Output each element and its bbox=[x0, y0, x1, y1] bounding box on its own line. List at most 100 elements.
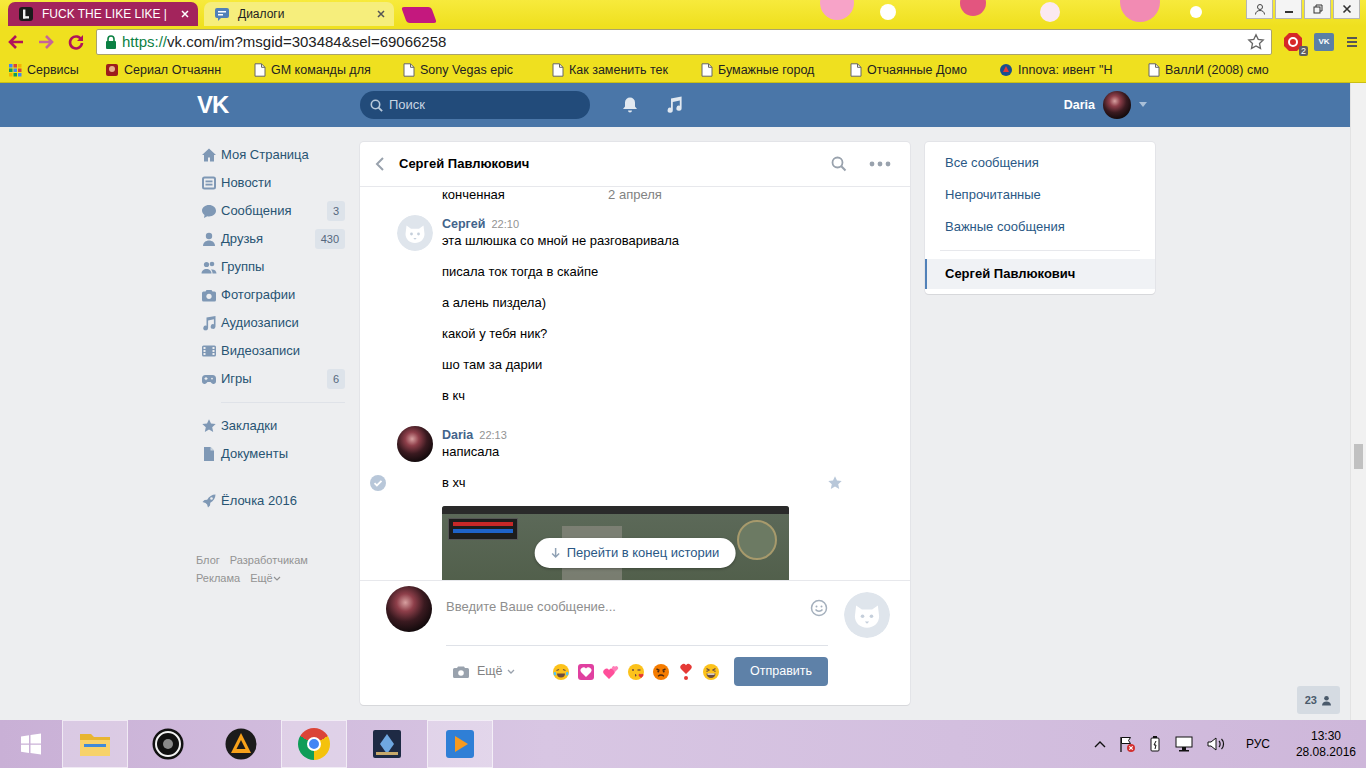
back-arrow-icon[interactable] bbox=[6, 32, 26, 52]
scrollbar-thumb[interactable] bbox=[1354, 444, 1363, 469]
power-icon[interactable] bbox=[1148, 735, 1162, 753]
input-language[interactable]: РУС bbox=[1246, 735, 1270, 753]
clock[interactable]: 13:3028.08.2016 bbox=[1296, 728, 1356, 760]
search-icon[interactable] bbox=[831, 156, 847, 172]
menu-label: Моя Страница bbox=[221, 145, 309, 165]
bookmark[interactable]: Innova: ивент "Н bbox=[999, 61, 1148, 80]
footer-link[interactable]: Блог bbox=[196, 551, 220, 569]
network-icon[interactable] bbox=[1174, 735, 1194, 753]
back-chevron-icon[interactable] bbox=[375, 156, 385, 172]
sidebar-item[interactable]: Группы bbox=[195, 253, 345, 281]
footer-link[interactable]: Разработчикам bbox=[230, 551, 308, 569]
bookmark[interactable]: Бумажные город bbox=[701, 61, 850, 80]
reload-icon[interactable] bbox=[66, 32, 86, 52]
taskbar-app[interactable] bbox=[354, 720, 420, 768]
angry-face-icon[interactable] bbox=[652, 663, 670, 681]
select-check-icon[interactable] bbox=[370, 475, 386, 491]
close-tab-icon[interactable] bbox=[180, 9, 190, 19]
footer-link[interactable]: Ещё bbox=[250, 569, 281, 587]
filter-item[interactable]: Непрочитанные bbox=[925, 179, 1155, 211]
sidebar-item[interactable]: Ёлочка 2016 bbox=[195, 487, 345, 515]
sidebar-item[interactable]: Документы bbox=[195, 440, 345, 468]
sidebar-item[interactable]: Новости bbox=[195, 169, 345, 197]
important-star-icon[interactable] bbox=[827, 475, 843, 491]
page-icon bbox=[403, 63, 415, 77]
bookmark-star-icon[interactable] bbox=[1247, 33, 1265, 51]
close-tab-icon[interactable] bbox=[376, 9, 386, 19]
bookmark[interactable]: Сериал Отчаянн bbox=[105, 61, 254, 80]
bookmark[interactable]: Отчаянные Домо bbox=[850, 61, 999, 80]
counter-badge: 3 bbox=[327, 201, 345, 221]
taskbar-app[interactable] bbox=[135, 720, 201, 768]
sidebar-item[interactable]: Моя Страница bbox=[195, 141, 345, 169]
vk-logo[interactable]: VK bbox=[195, 87, 360, 123]
profile-button[interactable] bbox=[1246, 0, 1273, 19]
volume-icon[interactable] bbox=[1206, 735, 1226, 753]
grinning-squint-icon[interactable] bbox=[702, 663, 720, 681]
two-hearts-icon[interactable] bbox=[602, 663, 620, 681]
sender-avatar[interactable] bbox=[397, 215, 433, 251]
menu-icon[interactable] bbox=[1344, 34, 1360, 50]
sender-name[interactable]: Сергей bbox=[442, 217, 485, 231]
smiley-icon[interactable] bbox=[810, 599, 828, 617]
heart-exclamation-icon[interactable] bbox=[677, 663, 695, 681]
bookmark[interactable]: Sony Vegas epic bbox=[403, 61, 552, 80]
sidebar-item[interactable]: Друзья430 bbox=[195, 225, 345, 253]
more-dots-icon[interactable] bbox=[869, 161, 891, 167]
start-button[interactable] bbox=[0, 720, 62, 768]
vk-extension[interactable]: VK bbox=[1314, 33, 1334, 51]
sender-name[interactable]: Daria bbox=[442, 428, 473, 442]
filter-item[interactable]: Важные сообщения bbox=[925, 211, 1155, 243]
user-menu[interactable]: Daria bbox=[1064, 91, 1155, 119]
page-scrollbar[interactable] bbox=[1350, 83, 1366, 720]
sidebar-item[interactable]: Видеозаписи bbox=[195, 337, 345, 365]
sender-avatar[interactable] bbox=[397, 426, 433, 462]
film-icon bbox=[201, 343, 217, 359]
filter-item[interactable]: Все сообщения bbox=[925, 147, 1155, 179]
send-button[interactable]: Отправить bbox=[734, 657, 828, 686]
forward-arrow-icon[interactable] bbox=[36, 32, 56, 52]
sidebar-item[interactable]: Сообщения 3 bbox=[195, 197, 345, 225]
new-tab-button[interactable] bbox=[401, 7, 437, 23]
taskbar-app[interactable] bbox=[208, 720, 274, 768]
jump-to-end-button[interactable]: Перейти в конец истории bbox=[535, 538, 736, 568]
message-input[interactable] bbox=[446, 599, 802, 615]
clock-date: 28.08.2016 bbox=[1296, 744, 1356, 760]
document-icon bbox=[201, 446, 217, 462]
sidebar-item[interactable]: Закладки bbox=[195, 412, 345, 440]
taskbar-app[interactable] bbox=[427, 720, 493, 768]
browser-tab[interactable]: Диалоги bbox=[204, 2, 394, 26]
minimize-button[interactable] bbox=[1275, 0, 1302, 19]
bell-icon[interactable] bbox=[620, 95, 640, 115]
sidebar-item[interactable]: Игры6 bbox=[195, 365, 345, 393]
bookmark-label: Sony Vegas epic bbox=[420, 61, 513, 80]
footer-link[interactable]: Реклама bbox=[196, 569, 240, 587]
show-hidden-icons-icon[interactable] bbox=[1094, 740, 1106, 748]
camera-icon[interactable] bbox=[452, 664, 470, 680]
bookmark[interactable]: Как заменить тек bbox=[552, 61, 701, 80]
filter-item[interactable]: Сергей Павлюкович bbox=[925, 259, 1155, 289]
online-friends-button[interactable]: 23 bbox=[1297, 686, 1340, 714]
menu-label: Сообщения bbox=[221, 201, 292, 221]
more-attachments[interactable]: Ещё bbox=[477, 662, 515, 681]
search-field[interactable] bbox=[360, 91, 590, 119]
taskbar-app[interactable] bbox=[281, 720, 347, 768]
browser-tab[interactable]: FUCK THE LIKE LIKE | bbox=[8, 2, 198, 26]
bookmark[interactable]: GM команды для bbox=[254, 61, 403, 80]
sidebar-item[interactable]: Фотографии bbox=[195, 281, 345, 309]
taskbar-app[interactable] bbox=[62, 720, 128, 768]
action-center-flag-icon[interactable] bbox=[1118, 735, 1136, 753]
close-window-button[interactable] bbox=[1333, 0, 1360, 19]
laughing-tears-icon[interactable] bbox=[552, 663, 570, 681]
address-bar[interactable]: https://vk.com/im?msgid=303484&sel=69066… bbox=[96, 29, 1272, 55]
kiss-face-icon[interactable] bbox=[627, 663, 645, 681]
adblock-extension[interactable]: 2 bbox=[1282, 31, 1304, 53]
bookmark[interactable]: Сервисы bbox=[8, 61, 105, 80]
search-input[interactable] bbox=[389, 95, 580, 115]
sidebar-item[interactable]: Аудиозаписи bbox=[195, 309, 345, 337]
bookmark[interactable]: ВаллИ (2008) смо bbox=[1148, 61, 1297, 80]
heart-decoration-icon[interactable] bbox=[577, 663, 595, 681]
restore-button[interactable] bbox=[1304, 0, 1331, 19]
music-note-icon[interactable] bbox=[664, 95, 684, 115]
message: писала ток тогда в скайпе bbox=[442, 264, 910, 280]
